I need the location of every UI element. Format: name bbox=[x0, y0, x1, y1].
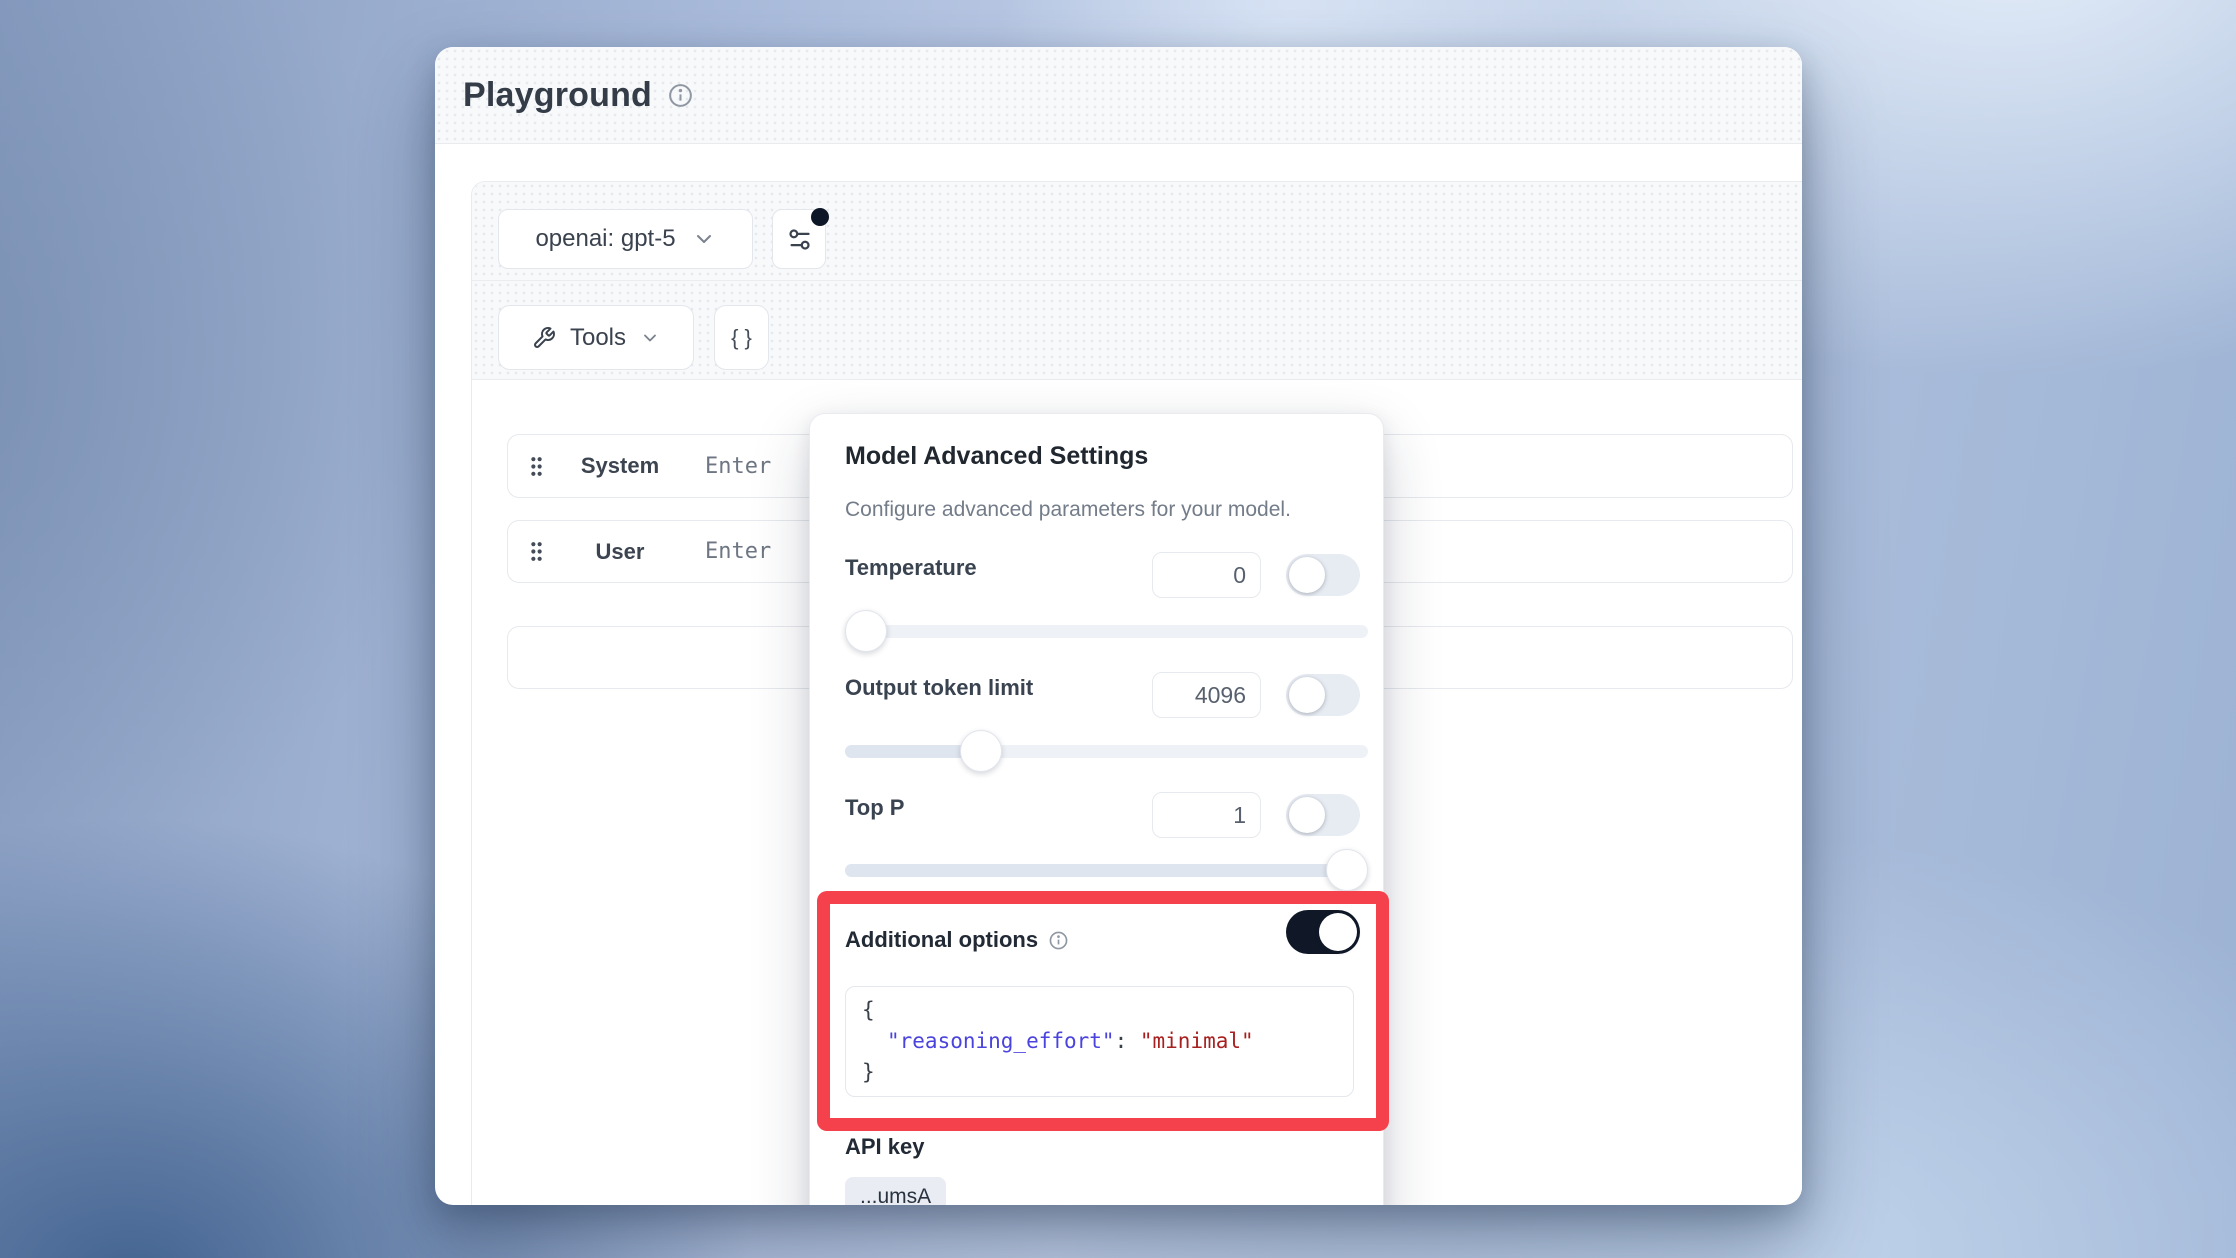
window-header: Playground bbox=[435, 47, 1802, 144]
json-colon: : bbox=[1115, 1029, 1140, 1053]
additional-options-label: Additional options bbox=[845, 926, 1069, 954]
model-advanced-settings-popover: Model Advanced Settings Configure advanc… bbox=[809, 413, 1384, 1205]
chevron-down-icon bbox=[640, 328, 660, 348]
json-mode-button-label: { } bbox=[731, 325, 752, 351]
drag-handle-icon[interactable] bbox=[528, 455, 545, 478]
desktop-background: { "page": { "title": "Playground" }, "to… bbox=[0, 0, 2236, 1258]
json-open-brace: { bbox=[862, 998, 875, 1022]
sliders-icon bbox=[786, 226, 813, 253]
output-token-limit-input[interactable] bbox=[1152, 672, 1261, 718]
temperature-toggle[interactable] bbox=[1286, 554, 1360, 596]
info-icon[interactable] bbox=[667, 82, 694, 109]
wrench-icon bbox=[532, 326, 556, 350]
temperature-input[interactable] bbox=[1152, 552, 1261, 598]
top-p-toggle[interactable] bbox=[1286, 794, 1360, 836]
message-role-label: User bbox=[545, 539, 695, 565]
slider-fill bbox=[845, 864, 1347, 877]
top-p-input[interactable] bbox=[1152, 792, 1261, 838]
additional-options-toggle[interactable] bbox=[1286, 910, 1360, 954]
top-p-label: Top P bbox=[845, 794, 904, 822]
info-icon[interactable] bbox=[1048, 930, 1069, 951]
model-selector-button[interactable]: openai: gpt-5 bbox=[498, 209, 753, 269]
json-value: "minimal" bbox=[1140, 1029, 1254, 1053]
toggle-knob bbox=[1289, 557, 1325, 593]
drag-handle-icon[interactable] bbox=[528, 540, 545, 563]
output-token-limit-label: Output token limit bbox=[845, 674, 1033, 702]
toggle-knob bbox=[1289, 797, 1325, 833]
message-input-placeholder[interactable]: Enter bbox=[705, 454, 771, 479]
json-mode-button[interactable]: { } bbox=[714, 305, 769, 370]
api-key-label: API key bbox=[845, 1134, 925, 1160]
output-token-limit-toggle[interactable] bbox=[1286, 674, 1360, 716]
popover-subtitle: Configure advanced parameters for your m… bbox=[845, 498, 1291, 522]
tools-button[interactable]: Tools bbox=[498, 305, 694, 370]
json-close-brace: } bbox=[862, 1060, 875, 1084]
page-title: Playground bbox=[463, 76, 652, 115]
json-key: "reasoning_effort" bbox=[887, 1029, 1115, 1053]
slider-thumb[interactable] bbox=[1326, 849, 1368, 891]
additional-options-label-text: Additional options bbox=[845, 926, 1038, 954]
message-role-label: System bbox=[545, 453, 695, 479]
message-input-placeholder[interactable]: Enter bbox=[705, 539, 771, 564]
slider-thumb[interactable] bbox=[845, 610, 887, 652]
output-token-limit-slider[interactable] bbox=[845, 730, 1368, 772]
api-key-chip[interactable]: ...umsA bbox=[845, 1177, 946, 1205]
chevron-down-icon bbox=[692, 227, 716, 251]
temperature-slider[interactable] bbox=[845, 610, 1368, 652]
tools-button-label: Tools bbox=[570, 324, 626, 352]
toggle-knob bbox=[1289, 677, 1325, 713]
model-selector-label: openai: gpt-5 bbox=[535, 225, 675, 253]
notification-dot bbox=[811, 208, 829, 226]
top-p-slider[interactable] bbox=[845, 849, 1368, 891]
additional-options-json-editor[interactable]: { "reasoning_effort": "minimal"} bbox=[845, 986, 1354, 1097]
toggle-knob bbox=[1319, 913, 1357, 951]
popover-title: Model Advanced Settings bbox=[845, 442, 1148, 471]
slider-thumb[interactable] bbox=[960, 730, 1002, 772]
slider-track bbox=[845, 625, 1368, 638]
playground-panel: openai: gpt-5 Tools bbox=[471, 181, 1802, 1205]
playground-window: Playground openai: gpt-5 bbox=[435, 47, 1802, 1205]
temperature-label: Temperature bbox=[845, 554, 977, 582]
model-settings-button[interactable] bbox=[772, 209, 826, 269]
